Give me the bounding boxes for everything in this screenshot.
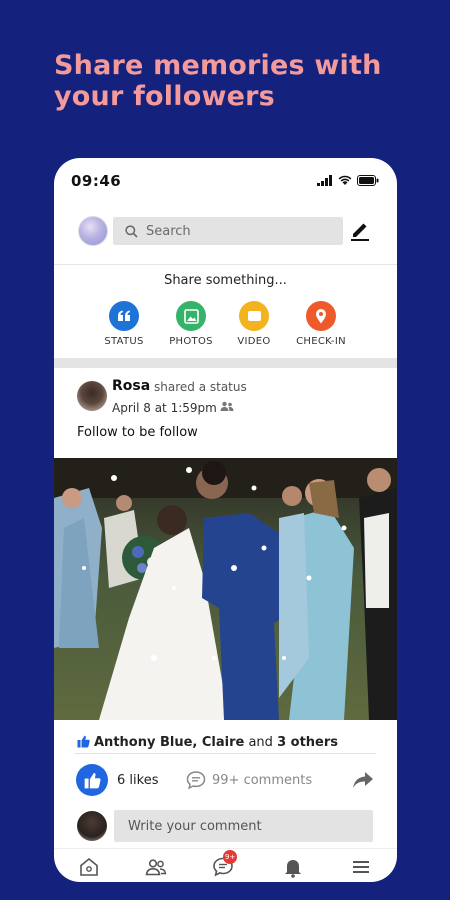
comment-icon[interactable] [186, 771, 206, 790]
post-text: Follow to be follow [77, 425, 198, 440]
current-user-avatar [77, 811, 107, 841]
post-author[interactable]: Rosa [112, 378, 150, 394]
thumbs-up-icon [77, 735, 90, 748]
search-input[interactable]: Search [113, 217, 343, 245]
search-placeholder: Search [146, 223, 191, 239]
status-icons [317, 175, 379, 186]
messages-nav[interactable]: 9+ [211, 850, 238, 879]
compose-icon[interactable] [348, 218, 372, 242]
status-time: 09:46 [71, 172, 122, 190]
post-photo[interactable] [54, 458, 397, 720]
audience-friends-icon [220, 401, 234, 411]
notifications-icon[interactable] [281, 855, 305, 879]
phone-frame: 09:46 Search Share something... STATUS P… [54, 158, 397, 882]
comment-input[interactable]: Write your comment [114, 810, 373, 842]
location-pin-icon [306, 301, 336, 331]
photos-icon [176, 301, 206, 331]
bottom-nav: 9+ [54, 848, 397, 882]
share-prompt[interactable]: Share something... [54, 273, 397, 288]
share-checkin-button[interactable]: CHECK-IN [281, 301, 361, 347]
reaction-and: and [248, 735, 273, 750]
share-panel: Share something... STATUS PHOTOS VIDEO C… [54, 264, 397, 358]
reactions-summary[interactable]: Anthony Blue, Claire and 3 others [54, 724, 397, 754]
reaction-names[interactable]: Anthony Blue, Claire [94, 735, 244, 750]
section-divider [54, 358, 397, 368]
home-icon[interactable] [77, 855, 101, 879]
post-author-avatar[interactable] [77, 381, 107, 411]
quote-icon [109, 301, 139, 331]
battery-icon [357, 175, 379, 186]
comment-row: Write your comment [54, 808, 397, 846]
wedding-photo [54, 458, 397, 720]
comment-placeholder: Write your comment [128, 818, 262, 834]
comments-count[interactable]: 99+ comments [212, 773, 312, 788]
profile-avatar[interactable] [78, 216, 108, 246]
headline: Share memories with your followers [54, 50, 382, 112]
wifi-icon [338, 175, 352, 185]
search-icon [125, 224, 138, 238]
top-bar: Search [54, 204, 397, 262]
post-header: Rosa shared a status April 8 at 1:59pm F… [54, 368, 397, 458]
reaction-others[interactable]: 3 others [277, 735, 338, 750]
post-actions: 6 likes 99+ comments [54, 762, 397, 806]
post-action: shared a status [154, 380, 247, 394]
messages-badge: 9+ [223, 850, 238, 864]
video-icon [239, 301, 269, 331]
like-button[interactable] [76, 764, 108, 796]
signal-icon [317, 175, 332, 186]
menu-icon[interactable] [349, 855, 373, 879]
friends-icon[interactable] [144, 855, 168, 879]
share-icon[interactable] [352, 771, 374, 789]
thumbs-up-icon [84, 772, 101, 788]
status-bar: 09:46 [54, 158, 397, 204]
likes-count[interactable]: 6 likes [117, 773, 158, 788]
reactions-divider [74, 753, 376, 754]
share-checkin-label: CHECK-IN [296, 336, 346, 347]
post-timestamp[interactable]: April 8 at 1:59pm [112, 401, 217, 415]
reactions-text: Anthony Blue, Claire and 3 others [94, 735, 338, 750]
